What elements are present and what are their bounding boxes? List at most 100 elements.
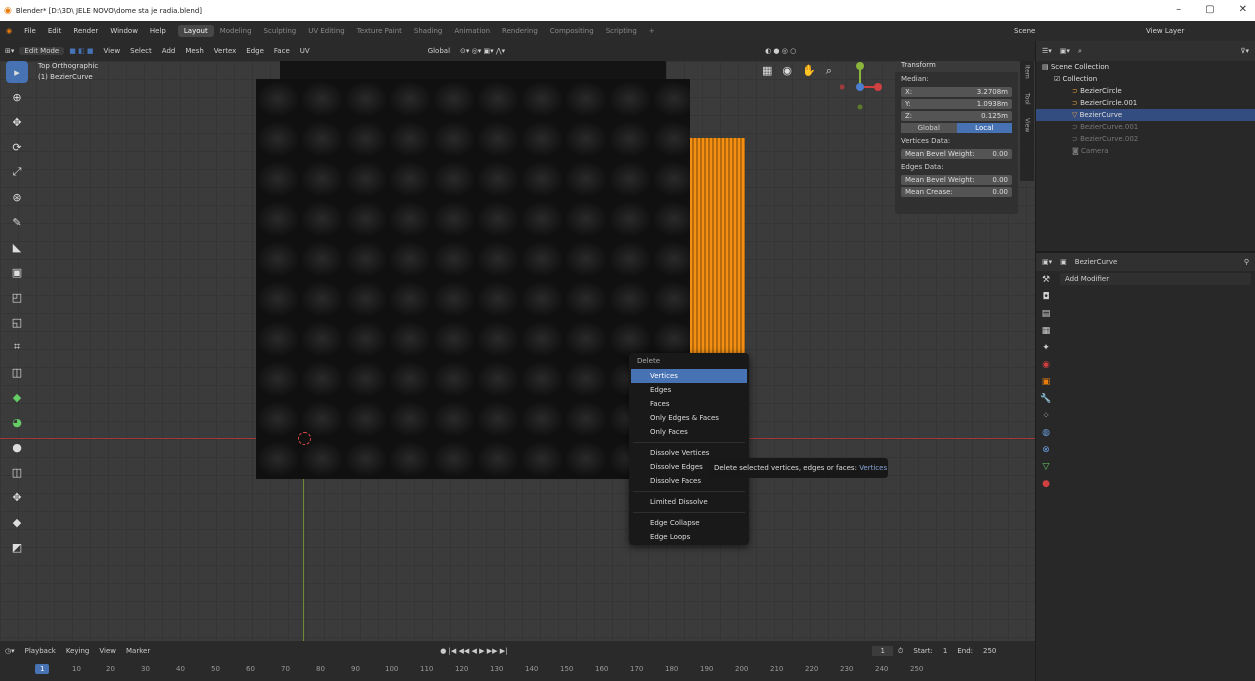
tab-animation[interactable]: Animation	[448, 25, 496, 37]
properties-editor-icon[interactable]: ▣▾	[1042, 258, 1052, 266]
annotate-tool-icon[interactable]: ✎	[6, 211, 28, 233]
menu-vertex[interactable]: Vertex	[209, 47, 242, 55]
local-button[interactable]: Local	[956, 123, 1012, 133]
loopcut-tool-icon[interactable]: ⌗	[6, 336, 28, 358]
transform-tool-icon[interactable]: ⊛	[6, 186, 28, 208]
outliner-editor-icon[interactable]: ☰▾	[1042, 47, 1052, 55]
menu-view[interactable]: View	[99, 47, 126, 55]
checkbox-icon[interactable]: ☑	[1054, 75, 1063, 83]
view-layer-selector[interactable]: View Layer	[1140, 27, 1190, 35]
add-workspace-icon[interactable]: +	[643, 25, 661, 37]
zoom-icon[interactable]: ⌕	[826, 64, 832, 78]
inset-tool-icon[interactable]: ◰	[6, 286, 28, 308]
close-button[interactable]: ✕	[1239, 4, 1247, 15]
outliner-item-camera[interactable]: ◙ Camera	[1036, 145, 1255, 157]
object-props-icon[interactable]: ▣	[1042, 377, 1051, 387]
menu-render[interactable]: Render	[67, 27, 104, 35]
timeline-editor-icon[interactable]: ◷▾	[0, 647, 20, 655]
playback-menu[interactable]: Playback	[20, 647, 61, 655]
menu-face[interactable]: Face	[269, 47, 295, 55]
menu-uv[interactable]: UV	[295, 47, 315, 55]
camera-view-icon[interactable]: ◉	[782, 64, 792, 78]
rip-tool-icon[interactable]: ◩	[6, 536, 28, 558]
menu-item-edges[interactable]: Edges	[629, 383, 749, 397]
move-tool-icon[interactable]: ✥	[6, 111, 28, 133]
playback-controls[interactable]: ● |◀ ◀◀ ◀ ▶ ▶▶ ▶|	[435, 647, 512, 655]
editor-type-icon[interactable]: ⊞▾	[0, 47, 19, 55]
cursor-tool-icon[interactable]: ⊕	[6, 86, 28, 108]
tab-uv-editing[interactable]: UV Editing	[302, 25, 351, 37]
collection-row[interactable]: ☑ Collection	[1036, 73, 1255, 85]
current-frame-field[interactable]: 1	[872, 646, 893, 656]
menu-edit[interactable]: Edit	[42, 27, 68, 35]
start-field[interactable]: 1	[938, 647, 952, 655]
scene-selector[interactable]: Scene	[1008, 27, 1041, 35]
particles-props-icon[interactable]: ⁘	[1042, 411, 1050, 421]
menu-item-vertices[interactable]: Vertices	[631, 369, 747, 383]
extrude-tool-icon[interactable]: ▣	[6, 261, 28, 283]
maximize-button[interactable]: ▢	[1205, 4, 1214, 15]
scene-collection-row[interactable]: ▤ Scene Collection	[1036, 61, 1255, 73]
menu-help[interactable]: Help	[144, 27, 172, 35]
outliner-item-beziercurve[interactable]: ▽ BezierCurve	[1036, 109, 1255, 121]
display-mode-icon[interactable]: ▣▾	[1060, 47, 1070, 55]
navigation-gizmo[interactable]	[840, 61, 890, 111]
crease-row[interactable]: Mean Crease: 0.00	[895, 186, 1018, 198]
pin-icon[interactable]: ⚲	[1244, 258, 1249, 266]
bevel-tool-icon[interactable]: ◱	[6, 311, 28, 333]
measure-tool-icon[interactable]: ◣	[6, 236, 28, 258]
outliner-item-beziercircle[interactable]: ⊃ BezierCircle	[1036, 85, 1255, 97]
3d-viewport[interactable]: ▸ ⊕ ✥ ⟳ ⤢ ⊛ ✎ ◣ ▣ ◰ ◱ ⌗ ◫ ◆ ◕ ● ◫ ✥ ◆ ◩ …	[0, 61, 1035, 641]
end-field[interactable]: 250	[978, 647, 1001, 655]
outliner-item-beziercircle-001[interactable]: ⊃ BezierCircle.001	[1036, 97, 1255, 109]
current-frame-marker[interactable]: 1	[35, 664, 50, 674]
perspective-toggle-icon[interactable]: ▦	[762, 64, 772, 78]
select-mode-icons[interactable]: ■ ◧ ■	[64, 47, 98, 55]
menu-item-only-edges-faces[interactable]: Only Edges & Faces	[629, 411, 749, 425]
constraints-props-icon[interactable]: ⊗	[1042, 445, 1050, 455]
filter-icon[interactable]: ⊽▾	[1240, 47, 1249, 55]
tab-tool[interactable]: Tool	[1024, 93, 1031, 105]
timeline-view-menu[interactable]: View	[94, 647, 121, 655]
tab-view[interactable]: View	[1024, 118, 1031, 132]
menu-add[interactable]: Add	[157, 47, 181, 55]
pan-hand-icon[interactable]: ✋	[802, 64, 816, 78]
menu-edge[interactable]: Edge	[241, 47, 269, 55]
frame-ruler[interactable]: 1 10 20 30 40 50 60 70 80 90 100 110 120…	[0, 661, 1035, 681]
menu-select[interactable]: Select	[125, 47, 157, 55]
scene-props-icon[interactable]: ✦	[1042, 343, 1050, 353]
minimize-button[interactable]: –	[1176, 4, 1181, 15]
global-button[interactable]: Global	[901, 123, 957, 133]
tab-rendering[interactable]: Rendering	[496, 25, 544, 37]
shear-tool-icon[interactable]: ◆	[6, 511, 28, 533]
rotate-tool-icon[interactable]: ⟳	[6, 136, 28, 158]
transform-orientation[interactable]: Global	[423, 47, 455, 55]
blender-menu-icon[interactable]: ◉	[0, 27, 18, 35]
outliner-item-beziercurve-001[interactable]: ⊃ BezierCurve.001	[1036, 121, 1255, 133]
add-modifier-dropdown[interactable]: Add Modifier	[1060, 273, 1251, 285]
tab-compositing[interactable]: Compositing	[544, 25, 600, 37]
marker-menu[interactable]: Marker	[121, 647, 155, 655]
edge-slide-tool-icon[interactable]: ◫	[6, 461, 28, 483]
scale-tool-icon[interactable]: ⤢	[6, 161, 28, 183]
tab-scripting[interactable]: Scripting	[600, 25, 643, 37]
modifier-props-icon[interactable]: 🔧	[1040, 394, 1051, 404]
render-props-icon[interactable]: ◘	[1042, 292, 1049, 302]
tab-shading[interactable]: Shading	[408, 25, 448, 37]
smooth-tool-icon[interactable]: ●	[6, 436, 28, 458]
polybuild-tool-icon[interactable]: ◆	[6, 386, 28, 408]
transform-panel-title[interactable]: Transform	[895, 61, 1018, 72]
median-x-row[interactable]: X: 3.2708m	[895, 86, 1018, 98]
keying-menu[interactable]: Keying	[61, 647, 95, 655]
menu-item-edge-loops[interactable]: Edge Loops	[629, 530, 749, 544]
menu-window[interactable]: Window	[104, 27, 144, 35]
edge-bevel-row[interactable]: Mean Bevel Weight: 0.00	[895, 174, 1018, 186]
dome-mesh[interactable]	[256, 79, 690, 479]
tab-texture-paint[interactable]: Texture Paint	[351, 25, 408, 37]
spin-tool-icon[interactable]: ◕	[6, 411, 28, 433]
mode-selector[interactable]: Edit Mode	[19, 47, 65, 55]
tab-layout[interactable]: Layout	[177, 25, 214, 37]
tool-props-icon[interactable]: ⚒	[1042, 275, 1050, 285]
tab-sculpting[interactable]: Sculpting	[258, 25, 303, 37]
select-tool-icon[interactable]: ▸	[6, 61, 28, 83]
